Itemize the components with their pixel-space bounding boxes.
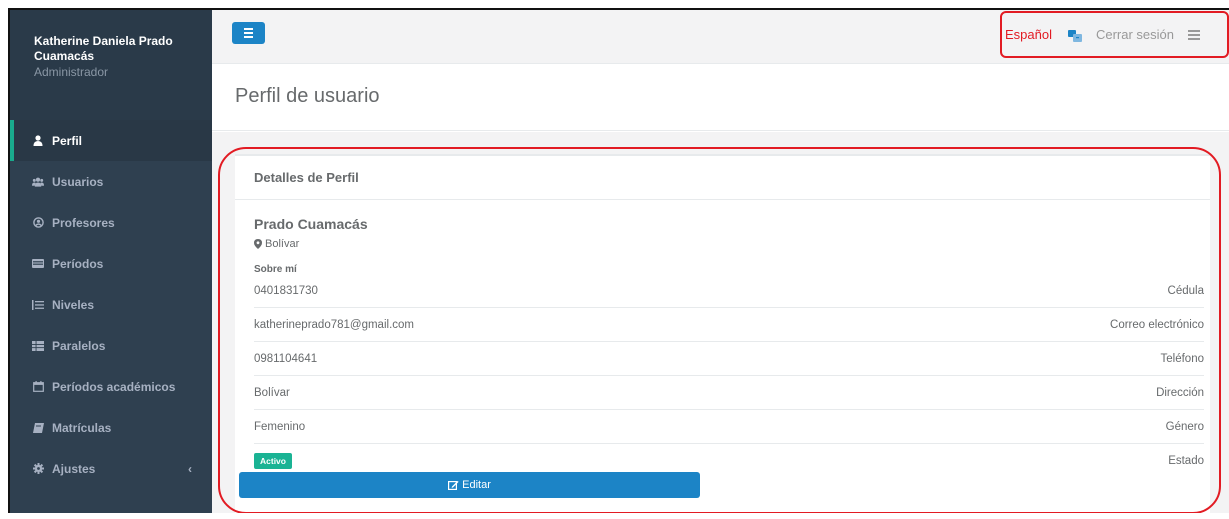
- sidebar-item-label: Matrículas: [52, 420, 112, 435]
- sidebar-item-label: Ajustes: [52, 461, 96, 476]
- sidebar-nav: Perfil Usuarios Profesores Períodos Nive…: [10, 120, 212, 489]
- main-content: Detalles de Perfil Prado Cuamacás Bolíva…: [212, 132, 1229, 513]
- sidebar-item-perfil[interactable]: Perfil: [10, 120, 212, 161]
- sidebar-item-label: Períodos académicos: [52, 379, 176, 394]
- sidebar-item-label: Perfil: [52, 133, 83, 148]
- page-heading: Perfil de usuario: [212, 65, 1229, 131]
- top-right-controls: Español Cerrar sesión: [1000, 11, 1229, 58]
- sidebar-item-usuarios[interactable]: Usuarios: [10, 161, 212, 202]
- field-value: Femenino: [254, 420, 306, 433]
- sidebar: Katherine Daniela Prado Cuamacás Adminis…: [10, 10, 212, 513]
- field-label: Cédula: [1167, 284, 1204, 297]
- sidebar-item-matriculas[interactable]: Matrículas: [10, 407, 212, 448]
- panel-body: Prado Cuamacás Bolívar Sobre mí: [235, 200, 1210, 275]
- sidebar-item-periodos-academicos[interactable]: Períodos académicos: [10, 366, 212, 407]
- top-navbar: Español Cerrar sesión: [212, 10, 1229, 64]
- sidebar-item-paralelos[interactable]: Paralelos: [10, 325, 212, 366]
- card-icon: [32, 258, 44, 270]
- field-label: Dirección: [1156, 386, 1204, 399]
- logout-link[interactable]: Cerrar sesión: [1096, 27, 1174, 42]
- field-value: Bolívar: [254, 386, 290, 399]
- field-label: Estado: [1168, 455, 1204, 467]
- field-label: Género: [1165, 420, 1204, 433]
- field-value: 0401831730: [254, 284, 318, 297]
- user-name[interactable]: Katherine Daniela Prado Cuamacás: [34, 34, 194, 64]
- language-selector[interactable]: Español: [1005, 27, 1052, 42]
- sidebar-item-periodos[interactable]: Períodos: [10, 243, 212, 284]
- list-ol-icon: [32, 299, 44, 311]
- profile-location: Bolívar: [254, 238, 1210, 250]
- right-sidebar-toggle-icon[interactable]: [1188, 29, 1201, 40]
- field-value: 0981104641: [254, 352, 318, 365]
- profile-row-email: katherineprado781@gmail.com Correo elect…: [254, 308, 1204, 342]
- edit-icon: [448, 480, 459, 491]
- profile-row-telefono: 0981104641 Teléfono: [254, 342, 1204, 376]
- field-label: Correo electrónico: [1110, 318, 1204, 331]
- sidebar-item-niveles[interactable]: Niveles: [10, 284, 212, 325]
- user-circle-icon: [32, 217, 44, 229]
- chevron-left-icon: ‹: [188, 461, 192, 476]
- calendar-icon: [32, 381, 44, 393]
- profile-fields: 0401831730 Cédula katherineprado781@gmai…: [254, 274, 1204, 478]
- field-label: Teléfono: [1160, 352, 1204, 365]
- profile-name: Prado Cuamacás: [254, 216, 368, 232]
- profile-row-cedula: 0401831730 Cédula: [254, 274, 1204, 308]
- user-icon: [32, 135, 44, 147]
- field-value: katherineprado781@gmail.com: [254, 318, 414, 331]
- book-icon: [32, 422, 44, 434]
- page-title: Perfil de usuario: [235, 85, 380, 107]
- sidebar-item-label: Usuarios: [52, 174, 104, 189]
- translate-icon[interactable]: [1067, 29, 1082, 42]
- table-icon: [32, 340, 44, 352]
- sidebar-item-profesores[interactable]: Profesores: [10, 202, 212, 243]
- gear-icon: [32, 463, 44, 475]
- sidebar-item-label: Profesores: [52, 215, 115, 230]
- sidebar-item-ajustes[interactable]: Ajustes ‹: [10, 448, 212, 489]
- app-frame: Katherine Daniela Prado Cuamacás Adminis…: [8, 8, 1229, 513]
- menu-toggle-button[interactable]: [232, 22, 265, 44]
- edit-button-label: Editar: [462, 479, 491, 491]
- profile-details-panel: Detalles de Perfil Prado Cuamacás Bolíva…: [235, 154, 1210, 513]
- user-profile-block: Katherine Daniela Prado Cuamacás Adminis…: [10, 10, 212, 120]
- map-marker-icon: [254, 239, 262, 249]
- sidebar-item-label: Períodos: [52, 256, 104, 271]
- profile-row-direccion: Bolívar Dirección: [254, 376, 1204, 410]
- panel-title: Detalles de Perfil: [235, 156, 1210, 200]
- user-role: Administrador: [34, 65, 109, 79]
- profile-row-genero: Femenino Género: [254, 410, 1204, 444]
- status-badge: Activo: [254, 453, 292, 469]
- location-text: Bolívar: [265, 238, 300, 250]
- sidebar-item-label: Paralelos: [52, 338, 106, 353]
- users-icon: [32, 176, 44, 188]
- sidebar-item-label: Niveles: [52, 297, 95, 312]
- edit-profile-button[interactable]: Editar: [239, 472, 700, 498]
